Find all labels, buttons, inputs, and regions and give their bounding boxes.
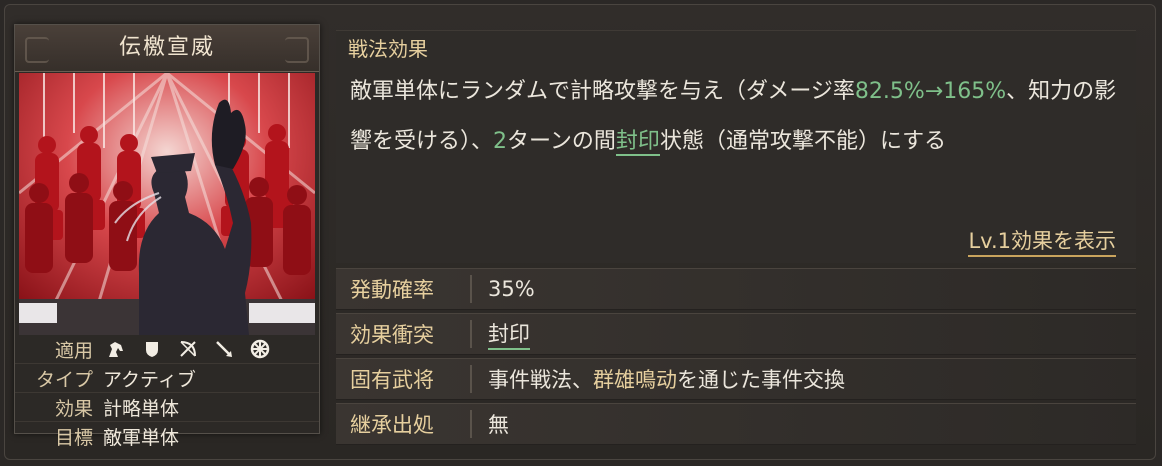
event-name: 群雄鳴动 (593, 368, 677, 392)
attr-label: タイプ (35, 368, 93, 391)
activation-rate-value: 35% (488, 277, 535, 301)
shield-icon (141, 338, 163, 360)
title-ornament-right (285, 37, 309, 63)
conflict-seal-link[interactable]: 封印 (488, 318, 530, 350)
effect-heading: 戦法効果 (348, 37, 428, 61)
attr-value: 計略単体 (103, 397, 180, 420)
attr-label: 目標 (54, 426, 93, 449)
turn-count: 2 (493, 129, 508, 154)
info-label: 発動確率 (350, 278, 434, 302)
title-ornament-left (25, 37, 49, 63)
attr-label: 効果 (54, 397, 93, 420)
attr-applicable-row: 適用 (15, 335, 319, 364)
divider (470, 275, 472, 303)
unique-general-row: 固有武将 事件戦法、群雄鳴动を通じた事件交換 (336, 358, 1136, 400)
attr-effect-row: 効果 計略単体 (15, 393, 319, 422)
inherit-source-value: 無 (488, 413, 509, 437)
cavalry-icon (105, 338, 127, 360)
skill-card: 伝檄宣威 適用 タイプ アクティブ 効果 計略単体 目標 敵軍単体 (14, 24, 320, 449)
attr-value: 敵軍単体 (103, 426, 180, 449)
divider (470, 320, 472, 348)
info-label: 継承出処 (350, 413, 434, 437)
skill-artwork (19, 73, 315, 335)
attr-value: アクティブ (103, 368, 196, 391)
damage-rate: 82.5%→165% (854, 79, 1007, 104)
inherit-source-row: 継承出処 無 (336, 403, 1136, 445)
info-label: 固有武将 (350, 368, 434, 392)
bow-icon (177, 338, 199, 360)
skill-name: 伝檄宣威 (15, 25, 319, 72)
effect-description: 敵軍単体にランダムで計略攻撃を与え（ダメージ率82.5%→165%、知力の影響を… (350, 79, 1117, 156)
divider (470, 410, 472, 438)
info-label: 効果衝突 (350, 323, 434, 347)
activation-rate-row: 発動確率 35% (336, 268, 1136, 310)
spear-icon (213, 338, 235, 360)
troop-type-icons (99, 338, 271, 360)
attr-target-row: 目標 敵軍単体 (15, 422, 319, 450)
effect-panel: 戦法効果 敵軍単体にランダムで計略攻撃を与え（ダメージ率82.5%→165%、知… (336, 30, 1136, 263)
attr-type-row: タイプ アクティブ (15, 364, 319, 393)
show-lv1-effect-link[interactable]: Lv.1効果を表示 (968, 227, 1116, 257)
chariot-wheel-icon (249, 338, 271, 360)
attr-label: 適用 (54, 339, 93, 362)
status-seal-link[interactable]: 封印 (615, 129, 660, 156)
skill-attributes: 適用 タイプ アクティブ 効果 計略単体 目標 敵軍単体 (15, 335, 319, 450)
divider (470, 365, 472, 393)
unique-general-value: 事件戦法、群雄鳴动を通じた事件交換 (488, 368, 845, 392)
effect-conflict-row: 効果衝突 封印 (336, 313, 1136, 355)
